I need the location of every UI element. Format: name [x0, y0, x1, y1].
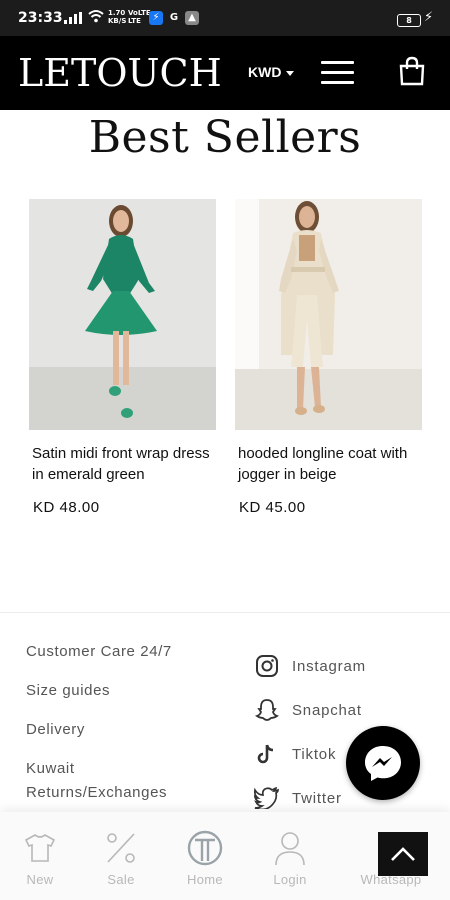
snapchat-icon: [254, 697, 280, 723]
tiktok-icon: [254, 741, 280, 767]
product-price: KD 48.00: [33, 499, 100, 516]
signal-icon: [64, 12, 82, 24]
volte-label: VoLTE: [128, 9, 151, 17]
nav-sale[interactable]: Sale: [81, 828, 161, 887]
chevron-down-icon: [286, 70, 295, 76]
social-label: Instagram: [292, 657, 366, 675]
product-card[interactable]: hooded longline coat with jogger in beig…: [235, 199, 422, 516]
nav-label: Sale: [107, 872, 135, 887]
social-label: Twitter: [292, 789, 342, 807]
currency-label: KWD: [248, 64, 282, 80]
product-card[interactable]: Satin midi front wrap dress in emerald g…: [29, 199, 216, 516]
status-time: 23:33: [18, 10, 63, 26]
network-speed: 1.70 KB/S: [108, 9, 126, 25]
volte-indicator: VoLTE LTE: [128, 9, 151, 25]
net-speed-unit: KB/S: [108, 17, 127, 25]
gallery-icon: ▲: [185, 11, 199, 25]
shopping-bag-icon[interactable]: [399, 56, 425, 86]
currency-selector[interactable]: KWD: [248, 64, 295, 80]
product-price: KD 45.00: [239, 499, 306, 516]
social-label: Tiktok: [292, 745, 337, 763]
footer-link-returns[interactable]: Kuwait Returns/Exchanges: [26, 757, 196, 805]
home-logo-icon: [165, 828, 245, 868]
charging-icon: ⚡: [424, 10, 434, 25]
status-bar: 23:33 1.70 KB/S VoLTE LTE ⚡ G ▲ 8 ⚡: [0, 0, 450, 36]
net-speed-value: 1.70: [108, 9, 126, 17]
lte-label: LTE: [128, 17, 141, 25]
nav-label: New: [26, 872, 54, 887]
section-title: Best Sellers: [88, 112, 362, 163]
messenger-chat-button[interactable]: [346, 726, 420, 800]
twitter-icon: [254, 785, 280, 811]
footer-link-customer-care[interactable]: Customer Care 24/7: [26, 640, 226, 664]
social-snapchat[interactable]: Snapchat: [254, 688, 444, 732]
footer-link-size-guides[interactable]: Size guides: [26, 679, 226, 703]
menu-icon[interactable]: [321, 61, 354, 85]
battery-icon: 8: [397, 14, 421, 27]
wifi-icon: [88, 9, 104, 27]
nav-login[interactable]: Login: [250, 828, 330, 887]
messenger-notification-icon: ⚡: [149, 11, 163, 25]
social-label: Snapchat: [292, 701, 362, 719]
nav-label: Login: [273, 872, 307, 887]
footer-link-delivery[interactable]: Delivery: [26, 718, 226, 742]
product-image[interactable]: [29, 199, 216, 430]
battery-level: 8: [406, 16, 412, 25]
footer-links: Customer Care 24/7 Size guides Delivery …: [26, 640, 226, 805]
site-header: LETOUCH KWD: [0, 36, 450, 110]
product-name[interactable]: hooded longline coat with jogger in beig…: [235, 443, 422, 485]
social-instagram[interactable]: Instagram: [254, 644, 444, 688]
nav-label: Home: [187, 872, 223, 887]
tshirt-icon: [0, 828, 80, 868]
nav-new[interactable]: New: [0, 828, 80, 887]
brand-logo[interactable]: LETOUCH: [18, 50, 222, 96]
product-name[interactable]: Satin midi front wrap dress in emerald g…: [29, 443, 216, 485]
product-image[interactable]: [235, 199, 422, 430]
chevron-up-icon: [391, 847, 415, 861]
google-icon: G: [169, 12, 179, 23]
scroll-to-top-button[interactable]: [378, 832, 428, 876]
nav-home[interactable]: Home: [165, 828, 245, 887]
user-icon: [250, 828, 330, 868]
messenger-icon: [365, 746, 401, 781]
footer-divider: [0, 612, 450, 613]
instagram-icon: [254, 653, 280, 679]
percent-icon: [81, 828, 161, 868]
social-links: Instagram Snapchat Tiktok Twitter: [254, 644, 444, 820]
